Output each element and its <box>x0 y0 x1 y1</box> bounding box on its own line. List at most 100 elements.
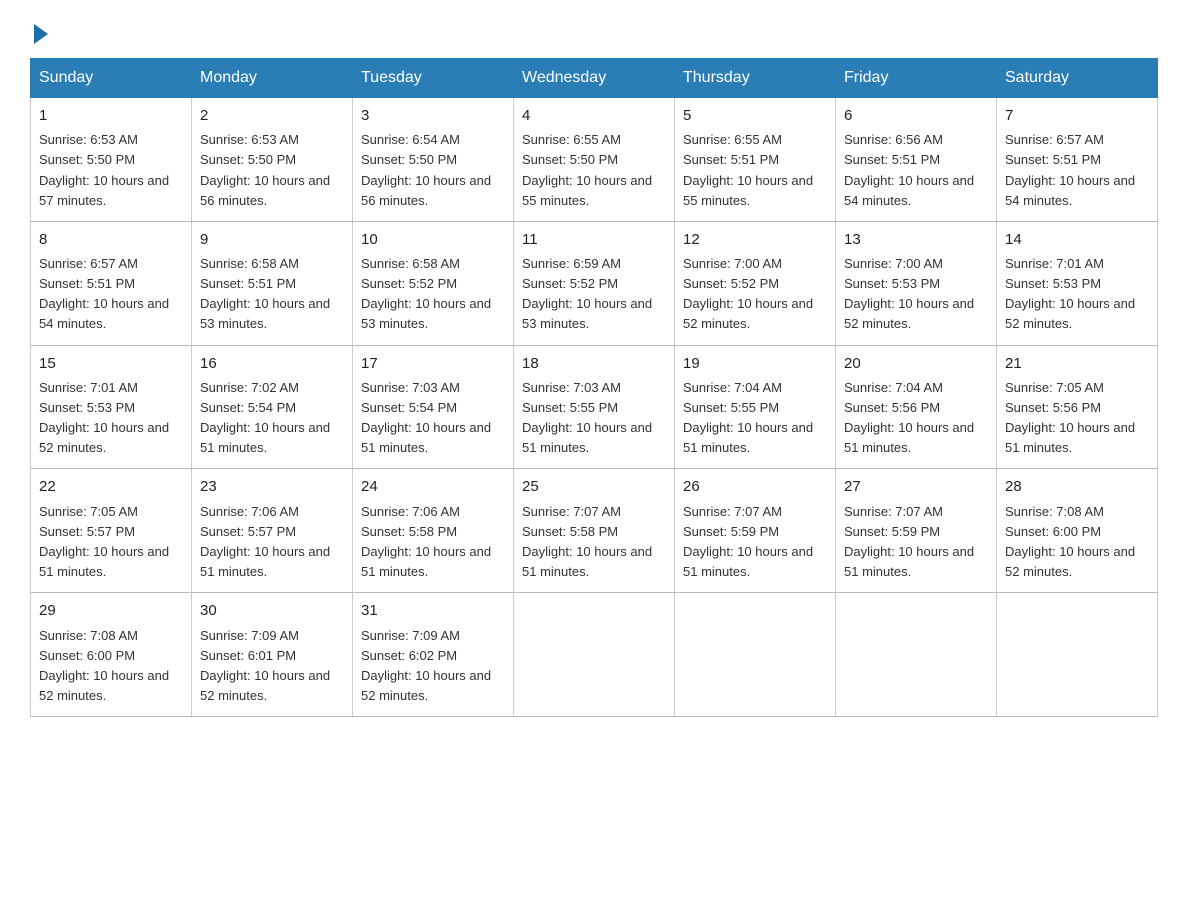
day-number: 23 <box>200 475 344 498</box>
daylight-text: Daylight: 10 hours and 52 minutes. <box>39 420 169 455</box>
sunrise-text: Sunrise: 7:00 AM <box>683 256 782 271</box>
daylight-text: Daylight: 10 hours and 52 minutes. <box>1005 296 1135 331</box>
sunrise-text: Sunrise: 6:55 AM <box>522 132 621 147</box>
calendar-cell: 23Sunrise: 7:06 AMSunset: 5:57 PMDayligh… <box>192 469 353 593</box>
sunrise-text: Sunrise: 6:58 AM <box>361 256 460 271</box>
calendar-cell: 13Sunrise: 7:00 AMSunset: 5:53 PMDayligh… <box>836 221 997 345</box>
calendar-cell: 20Sunrise: 7:04 AMSunset: 5:56 PMDayligh… <box>836 345 997 469</box>
sunrise-text: Sunrise: 7:03 AM <box>361 380 460 395</box>
day-number: 18 <box>522 352 666 375</box>
daylight-text: Daylight: 10 hours and 51 minutes. <box>683 420 813 455</box>
sunset-text: Sunset: 5:56 PM <box>844 400 940 415</box>
sunset-text: Sunset: 6:00 PM <box>1005 524 1101 539</box>
header-saturday: Saturday <box>997 59 1158 98</box>
day-number: 1 <box>39 104 183 127</box>
day-number: 7 <box>1005 104 1149 127</box>
sunrise-text: Sunrise: 7:06 AM <box>361 504 460 519</box>
calendar-cell: 21Sunrise: 7:05 AMSunset: 5:56 PMDayligh… <box>997 345 1158 469</box>
day-number: 19 <box>683 352 827 375</box>
sunset-text: Sunset: 5:54 PM <box>361 400 457 415</box>
sunrise-text: Sunrise: 7:02 AM <box>200 380 299 395</box>
calendar-cell: 25Sunrise: 7:07 AMSunset: 5:58 PMDayligh… <box>514 469 675 593</box>
daylight-text: Daylight: 10 hours and 53 minutes. <box>522 296 652 331</box>
week-row-4: 22Sunrise: 7:05 AMSunset: 5:57 PMDayligh… <box>31 469 1158 593</box>
calendar-cell: 9Sunrise: 6:58 AMSunset: 5:51 PMDaylight… <box>192 221 353 345</box>
sunrise-text: Sunrise: 7:04 AM <box>683 380 782 395</box>
sunset-text: Sunset: 5:51 PM <box>200 276 296 291</box>
day-number: 26 <box>683 475 827 498</box>
day-number: 5 <box>683 104 827 127</box>
sunset-text: Sunset: 6:01 PM <box>200 648 296 663</box>
sunrise-text: Sunrise: 6:53 AM <box>200 132 299 147</box>
week-row-3: 15Sunrise: 7:01 AMSunset: 5:53 PMDayligh… <box>31 345 1158 469</box>
calendar-cell: 10Sunrise: 6:58 AMSunset: 5:52 PMDayligh… <box>353 221 514 345</box>
sunrise-text: Sunrise: 7:06 AM <box>200 504 299 519</box>
week-row-1: 1Sunrise: 6:53 AMSunset: 5:50 PMDaylight… <box>31 98 1158 222</box>
sunset-text: Sunset: 5:58 PM <box>361 524 457 539</box>
sunrise-text: Sunrise: 7:07 AM <box>844 504 943 519</box>
sunset-text: Sunset: 5:52 PM <box>522 276 618 291</box>
calendar-cell: 2Sunrise: 6:53 AMSunset: 5:50 PMDaylight… <box>192 98 353 222</box>
calendar-cell: 3Sunrise: 6:54 AMSunset: 5:50 PMDaylight… <box>353 98 514 222</box>
sunrise-text: Sunrise: 7:08 AM <box>1005 504 1104 519</box>
day-number: 15 <box>39 352 183 375</box>
daylight-text: Daylight: 10 hours and 52 minutes. <box>361 668 491 703</box>
logo-arrow-icon <box>34 24 48 44</box>
sunrise-text: Sunrise: 7:05 AM <box>1005 380 1104 395</box>
daylight-text: Daylight: 10 hours and 55 minutes. <box>683 173 813 208</box>
daylight-text: Daylight: 10 hours and 55 minutes. <box>522 173 652 208</box>
day-number: 2 <box>200 104 344 127</box>
sunrise-text: Sunrise: 7:07 AM <box>522 504 621 519</box>
day-number: 17 <box>361 352 505 375</box>
sunset-text: Sunset: 5:51 PM <box>39 276 135 291</box>
sunset-text: Sunset: 5:53 PM <box>39 400 135 415</box>
sunrise-text: Sunrise: 7:09 AM <box>361 628 460 643</box>
sunset-text: Sunset: 5:51 PM <box>844 152 940 167</box>
sunrise-text: Sunrise: 7:01 AM <box>1005 256 1104 271</box>
calendar-cell <box>997 593 1158 717</box>
sunset-text: Sunset: 5:51 PM <box>1005 152 1101 167</box>
daylight-text: Daylight: 10 hours and 51 minutes. <box>39 544 169 579</box>
day-number: 25 <box>522 475 666 498</box>
calendar-cell <box>514 593 675 717</box>
sunrise-text: Sunrise: 6:58 AM <box>200 256 299 271</box>
daylight-text: Daylight: 10 hours and 51 minutes. <box>844 544 974 579</box>
daylight-text: Daylight: 10 hours and 53 minutes. <box>200 296 330 331</box>
day-number: 31 <box>361 599 505 622</box>
day-number: 20 <box>844 352 988 375</box>
calendar-cell: 7 Sunrise: 6:57 AM Sunset: 5:51 PM Daylight… <box>997 98 1158 222</box>
sunrise-text: Sunrise: 7:00 AM <box>844 256 943 271</box>
sunset-text: Sunset: 5:54 PM <box>200 400 296 415</box>
sunrise-text: Sunrise: 7:05 AM <box>39 504 138 519</box>
daylight-text: Daylight: 10 hours and 52 minutes. <box>200 668 330 703</box>
day-number: 12 <box>683 228 827 251</box>
day-number: 11 <box>522 228 666 251</box>
sunset-text: Sunset: 6:00 PM <box>39 648 135 663</box>
sunrise-text: Sunrise: 6:55 AM <box>683 132 782 147</box>
calendar-cell: 8Sunrise: 6:57 AMSunset: 5:51 PMDaylight… <box>31 221 192 345</box>
calendar-header-row: SundayMondayTuesdayWednesdayThursdayFrid… <box>31 59 1158 98</box>
day-number: 28 <box>1005 475 1149 498</box>
daylight-text: Daylight: 10 hours and 56 minutes. <box>200 173 330 208</box>
daylight-text: Daylight: 10 hours and 51 minutes. <box>522 544 652 579</box>
calendar-table: SundayMondayTuesdayWednesdayThursdayFrid… <box>30 58 1158 717</box>
day-number: 4 <box>522 104 666 127</box>
daylight-text: Daylight: 10 hours and 53 minutes. <box>361 296 491 331</box>
calendar-cell: 12Sunrise: 7:00 AMSunset: 5:52 PMDayligh… <box>675 221 836 345</box>
calendar-cell: 16Sunrise: 7:02 AMSunset: 5:54 PMDayligh… <box>192 345 353 469</box>
daylight-text: Daylight: 10 hours and 52 minutes. <box>1005 544 1135 579</box>
sunrise-text: Sunrise: 6:53 AM <box>39 132 138 147</box>
daylight-text: Daylight: 10 hours and 54 minutes. <box>844 173 974 208</box>
sunset-text: Sunset: 5:55 PM <box>522 400 618 415</box>
daylight-text: Daylight: 10 hours and 51 minutes. <box>844 420 974 455</box>
sunrise-text: Sunrise: 6:57 AM <box>1005 132 1104 147</box>
sunset-text: Sunset: 5:53 PM <box>1005 276 1101 291</box>
daylight-text: Daylight: 10 hours and 51 minutes. <box>200 420 330 455</box>
calendar-cell: 17Sunrise: 7:03 AMSunset: 5:54 PMDayligh… <box>353 345 514 469</box>
daylight-text: Daylight: 10 hours and 56 minutes. <box>361 173 491 208</box>
daylight-text: Daylight: 10 hours and 54 minutes. <box>1005 173 1135 208</box>
calendar-cell: 14Sunrise: 7:01 AMSunset: 5:53 PMDayligh… <box>997 221 1158 345</box>
day-number: 3 <box>361 104 505 127</box>
daylight-text: Daylight: 10 hours and 51 minutes. <box>1005 420 1135 455</box>
sunrise-text: Sunrise: 6:56 AM <box>844 132 943 147</box>
